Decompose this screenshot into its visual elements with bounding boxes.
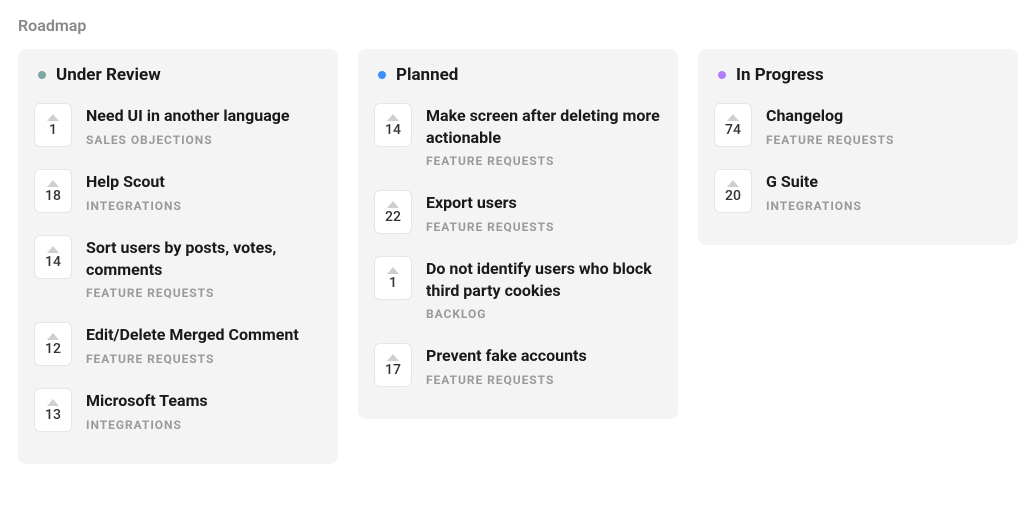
card-body: Need UI in another language SALES OBJECT… xyxy=(86,103,322,147)
column-under-review: Under Review 1 Need UI in another langua… xyxy=(18,49,338,464)
card-body: Do not identify users who block third pa… xyxy=(426,256,662,321)
status-dot-icon xyxy=(378,71,386,79)
caret-up-icon xyxy=(47,180,59,187)
card-body: Export users FEATURE REQUESTS xyxy=(426,190,662,234)
page-title: Roadmap xyxy=(18,16,1006,35)
upvote-button[interactable]: 1 xyxy=(34,103,72,147)
upvote-button[interactable]: 20 xyxy=(714,169,752,213)
vote-count: 74 xyxy=(725,123,741,137)
status-dot-icon xyxy=(718,71,726,79)
upvote-button[interactable]: 18 xyxy=(34,169,72,213)
card-body: Microsoft Teams INTEGRATIONS xyxy=(86,388,322,432)
upvote-button[interactable]: 12 xyxy=(34,322,72,366)
caret-up-icon xyxy=(47,333,59,340)
card-title[interactable]: G Suite xyxy=(766,171,1002,193)
vote-count: 14 xyxy=(45,255,61,269)
column-header: In Progress xyxy=(714,65,1002,85)
roadmap-card: 17 Prevent fake accounts FEATURE REQUEST… xyxy=(374,343,662,387)
roadmap-card: 74 Changelog FEATURE REQUESTS xyxy=(714,103,1002,147)
vote-count: 12 xyxy=(45,342,61,356)
roadmap-card: 22 Export users FEATURE REQUESTS xyxy=(374,190,662,234)
card-title[interactable]: Make screen after deleting more actionab… xyxy=(426,105,662,148)
roadmap-card: 14 Sort users by posts, votes, comments … xyxy=(34,235,322,300)
card-title[interactable]: Sort users by posts, votes, comments xyxy=(86,237,322,280)
vote-count: 1 xyxy=(389,276,397,290)
vote-count: 1 xyxy=(49,123,57,137)
vote-count: 14 xyxy=(385,123,401,137)
caret-up-icon xyxy=(47,246,59,253)
column-header: Under Review xyxy=(34,65,322,85)
card-body: Help Scout INTEGRATIONS xyxy=(86,169,322,213)
roadmap-card: 13 Microsoft Teams INTEGRATIONS xyxy=(34,388,322,432)
upvote-button[interactable]: 14 xyxy=(374,103,412,147)
caret-up-icon xyxy=(47,399,59,406)
card-title[interactable]: Need UI in another language xyxy=(86,105,322,127)
card-title[interactable]: Prevent fake accounts xyxy=(426,345,662,367)
card-body: G Suite INTEGRATIONS xyxy=(766,169,1002,213)
upvote-button[interactable]: 74 xyxy=(714,103,752,147)
card-category: INTEGRATIONS xyxy=(86,199,322,213)
upvote-button[interactable]: 1 xyxy=(374,256,412,300)
card-title[interactable]: Do not identify users who block third pa… xyxy=(426,258,662,301)
card-category: FEATURE REQUESTS xyxy=(86,352,322,366)
caret-up-icon xyxy=(727,180,739,187)
roadmap-card: 20 G Suite INTEGRATIONS xyxy=(714,169,1002,213)
roadmap-card: 1 Need UI in another language SALES OBJE… xyxy=(34,103,322,147)
roadmap-card: 14 Make screen after deleting more actio… xyxy=(374,103,662,168)
caret-up-icon xyxy=(387,267,399,274)
caret-up-icon xyxy=(387,201,399,208)
upvote-button[interactable]: 14 xyxy=(34,235,72,279)
column-header: Planned xyxy=(374,65,662,85)
card-category: FEATURE REQUESTS xyxy=(426,373,662,387)
vote-count: 20 xyxy=(725,189,741,203)
column-title: Under Review xyxy=(56,65,161,85)
card-category: INTEGRATIONS xyxy=(766,199,1002,213)
vote-count: 22 xyxy=(385,210,401,224)
card-body: Sort users by posts, votes, comments FEA… xyxy=(86,235,322,300)
upvote-button[interactable]: 17 xyxy=(374,343,412,387)
column-title: Planned xyxy=(396,65,458,85)
card-body: Prevent fake accounts FEATURE REQUESTS xyxy=(426,343,662,387)
status-dot-icon xyxy=(38,71,46,79)
caret-up-icon xyxy=(387,114,399,121)
vote-count: 18 xyxy=(45,189,61,203)
roadmap-card: 18 Help Scout INTEGRATIONS xyxy=(34,169,322,213)
card-title[interactable]: Export users xyxy=(426,192,662,214)
card-body: Changelog FEATURE REQUESTS xyxy=(766,103,1002,147)
column-in-progress: In Progress 74 Changelog FEATURE REQUEST… xyxy=(698,49,1018,245)
roadmap-card: 1 Do not identify users who block third … xyxy=(374,256,662,321)
card-category: INTEGRATIONS xyxy=(86,418,322,432)
card-title[interactable]: Changelog xyxy=(766,105,1002,127)
caret-up-icon xyxy=(47,114,59,121)
roadmap-board: Under Review 1 Need UI in another langua… xyxy=(18,49,1006,464)
vote-count: 13 xyxy=(45,408,61,422)
upvote-button[interactable]: 22 xyxy=(374,190,412,234)
card-title[interactable]: Help Scout xyxy=(86,171,322,193)
card-category: BACKLOG xyxy=(426,307,662,321)
vote-count: 17 xyxy=(385,363,401,377)
card-category: FEATURE REQUESTS xyxy=(766,133,1002,147)
caret-up-icon xyxy=(727,114,739,121)
card-category: FEATURE REQUESTS xyxy=(426,220,662,234)
caret-up-icon xyxy=(387,354,399,361)
card-title[interactable]: Microsoft Teams xyxy=(86,390,322,412)
roadmap-card: 12 Edit/Delete Merged Comment FEATURE RE… xyxy=(34,322,322,366)
card-category: FEATURE REQUESTS xyxy=(426,154,662,168)
card-body: Make screen after deleting more actionab… xyxy=(426,103,662,168)
card-title[interactable]: Edit/Delete Merged Comment xyxy=(86,324,322,346)
column-planned: Planned 14 Make screen after deleting mo… xyxy=(358,49,678,419)
column-title: In Progress xyxy=(736,65,824,85)
card-category: FEATURE REQUESTS xyxy=(86,286,322,300)
card-body: Edit/Delete Merged Comment FEATURE REQUE… xyxy=(86,322,322,366)
card-category: SALES OBJECTIONS xyxy=(86,133,322,147)
upvote-button[interactable]: 13 xyxy=(34,388,72,432)
